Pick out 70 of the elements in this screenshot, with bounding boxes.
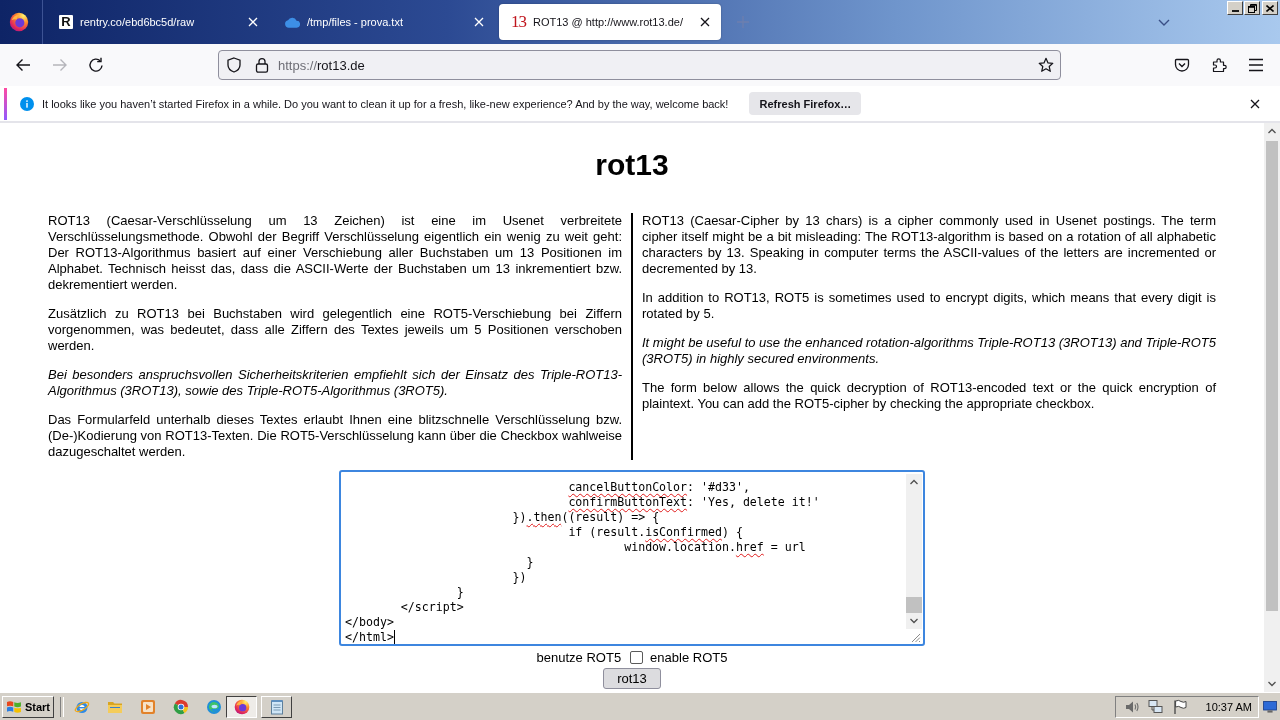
browser-tab[interactable]: R rentry.co/ebd6bc5d/raw [47,4,269,40]
taskbar-window-button[interactable] [226,695,257,718]
paragraph: The form below allows the quick decryption of ROT13-encoded text or the quick encryption of plaintext. You can add the ROT5-cipher by checking the appropriate checkbox. [642,380,1216,412]
chevron-down-icon[interactable] [1158,19,1170,26]
refresh-button[interactable]: Refresh Firefox… [749,92,862,115]
clock[interactable]: 10:37 AM [1205,700,1252,713]
browser-tab[interactable]: /tmp/files - prova.txt [273,4,495,40]
code-line: } [455,585,465,600]
close-icon[interactable] [1250,98,1260,109]
paragraph: Zusätzlich zu ROT13 bei Buchstaben wird gelegentlich eine ROT5-Verschiebung bei Ziffern vorgenommen, was bedeutet, dass alle Ziffern des Textes jeweils um 5 Positionen verschoben werden. [48,306,622,354]
paragraph: ROT13 (Caesar-Verschlüsselung um 13 Zeichen) ist eine im Usenet verbreitete Verschlüsselungsmethode. Obwohl der Begriff Verschlüsselung eigentlich ein wenig zu weit geht: Der ROT13-Algorithmus basiert auf einer Verschiebung aller Buchstaben um 13 Positionen im Alphabet. Technisch heisst das, dass die ASCII-Werte der Buchstaben um 13 inkrementiert bzw. dekrementiert werden. [48,213,622,293]
page-title: rot13 [595,147,669,183]
minimize-icon [1231,10,1239,12]
restore-button[interactable] [1244,1,1260,15]
paragraph: It might be useful to use the enhanced rotation-algorithms Triple-ROT13 (3ROT13) and Triple-ROT5 (3ROT5) in highly secured environments. [642,335,1216,367]
tab-favicon: 13 [511,14,526,30]
resize-grip-icon[interactable] [909,631,921,643]
star-icon[interactable] [1038,57,1054,73]
paragraph: Das Formularfeld unterhalb dieses Textes erlaubt Ihnen eine blitzschnelle Verschlüsselung bzw. (De-)Kodierung von ROT13-Texten. Die ROT5-Verschlüsselung kann über die Checkbox wahlweise dazugeschaltet werden. [48,412,622,460]
close-window-button[interactable] [1262,1,1278,15]
notepad-icon [268,698,285,715]
info-icon [20,96,34,111]
close-icon[interactable] [700,17,710,27]
scroll-up-icon[interactable] [906,474,922,490]
shield-icon[interactable] [226,57,242,73]
scroll-down-icon[interactable] [906,613,922,629]
flag-icon[interactable] [1171,698,1188,715]
tab-favicon: R [59,15,73,29]
tricolor-circle-icon[interactable] [173,698,189,715]
browser-logo-icon[interactable] [9,12,29,32]
submit-button[interactable]: rot13 [603,668,661,689]
pouch-icon[interactable] [1174,57,1190,73]
code-textarea[interactable]: cancelButtonColor: '#d33', confirmButtonText: 'Yes, delete it!' }).then((result) => { if (result.isConfirmed) { window.location.href = url } }) } </script> </body> </html> [339,470,925,646]
code-line: } [525,555,535,570]
back-icon[interactable] [15,57,31,73]
code-line: if (result.isConfirmed) { [567,525,744,540]
checkbox-label: enable ROT5 [650,649,728,665]
rot5-checkbox[interactable] [630,650,644,664]
menu-icon[interactable] [1248,57,1264,73]
browser-logo-icon [233,698,250,715]
start-button[interactable]: Start [2,695,54,718]
restore-icon [1247,3,1257,13]
paragraph: ROT13 (Caesar-Cipher by 13 chars) is a cipher commonly used in Usenet postings. The term cipher itself might be a bit misleading: The ROT13-algorithm is based on a rotation of all alphabetic characters by 13. Speaking in computer terms the ASCII-values of the letters are incremented or decremented by 13. [642,213,1216,277]
code-line: </script> [399,600,465,615]
browser-tab[interactable]: 13 ROT13 @ http://www.rot13.de/ [499,4,721,40]
code-line: window.location.href = url [623,540,807,555]
scrollbar-thumb[interactable] [906,597,922,613]
minimize-button[interactable] [1227,1,1243,15]
reload-icon[interactable] [88,57,104,73]
network-icon[interactable] [1147,698,1164,715]
code-line: }) [511,570,528,585]
notification-message: It looks like you haven’t started Firefox in a while. Do you want to clean it up for a fresh, like-new experience? And by the way, welcome back! [42,97,729,110]
paragraph: In addition to ROT13, ROT5 is sometimes used to encrypt digits, which means that every digit is rotated by 5. [642,290,1216,322]
page-scrollbar[interactable] [1264,123,1280,692]
checkbox-label: benutze ROT5 [536,649,622,665]
code-line: cancelButtonColor: '#d33', [567,480,751,495]
code-line: }).then((result) => { [511,510,661,525]
scrollbar-thumb[interactable] [1266,141,1278,611]
close-icon [1266,4,1274,12]
paragraph: Bei besonders anspruchsvollen Sicherheitskriterien empfiehlt sich der Einsatz des Triple-ROT13-Algorithmus (3ROT13), sowie des Triple-ROT5-Algorithmus (3ROT5). [48,367,622,399]
puzzle-icon[interactable] [1211,57,1227,73]
code-line: confirmButtonText: 'Yes, delete it!' [567,495,821,510]
code-line: </html> [345,630,396,645]
cloud-icon [285,15,300,29]
swirl-icon[interactable] [206,698,222,715]
code-line: </body> [345,615,395,630]
address-bar[interactable]: https://rot13.de [218,50,1061,80]
monitor-icon[interactable] [1263,700,1277,713]
lock-icon[interactable] [255,57,269,73]
start-flag-icon [6,699,22,714]
